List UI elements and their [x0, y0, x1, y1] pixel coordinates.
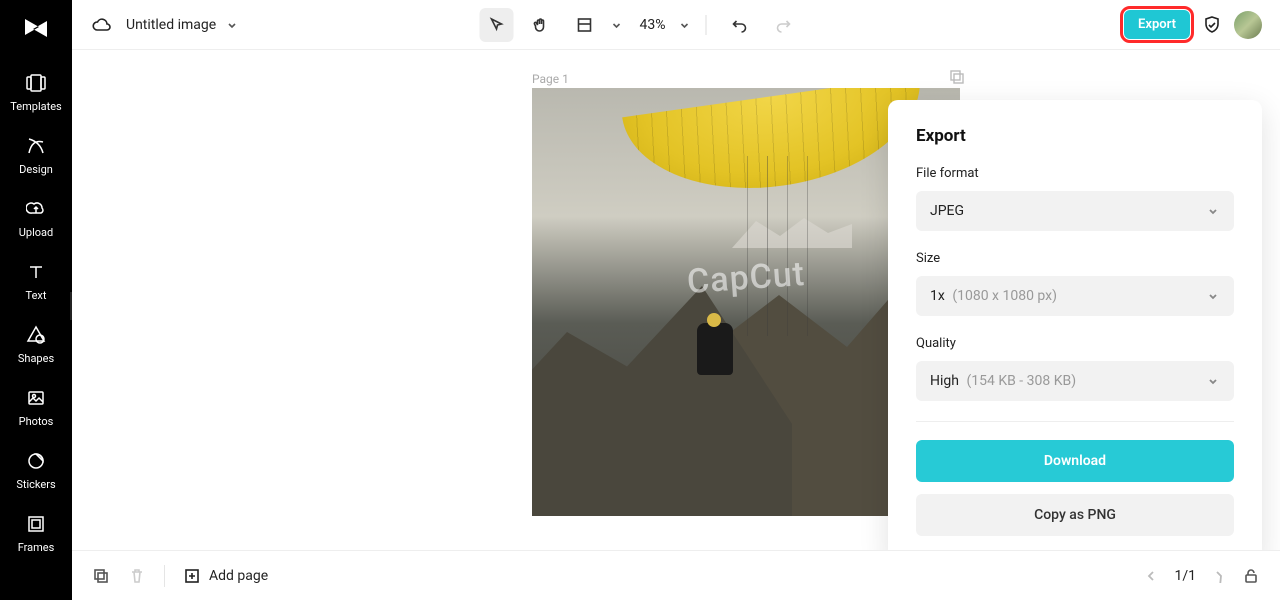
sidebar-item-label: Upload	[19, 226, 53, 239]
bottom-divider	[164, 565, 165, 587]
format-label: File format	[916, 166, 1234, 181]
photos-icon	[25, 387, 47, 409]
download-button[interactable]: Download	[916, 440, 1234, 482]
page-label: Page 1	[532, 72, 569, 86]
frames-icon	[25, 513, 47, 535]
cloud-sync-icon[interactable]	[90, 14, 112, 36]
sidebar-item-label: Frames	[18, 541, 55, 554]
stickers-icon	[25, 450, 47, 472]
sidebar-item-design[interactable]: Design	[0, 125, 72, 188]
canvas-area[interactable]: Page 1 CapCut Export File format JPEG Si…	[72, 50, 1280, 550]
size-select[interactable]: 1x (1080 x 1080 px)	[916, 276, 1234, 316]
sidebar-item-shapes[interactable]: Shapes	[0, 314, 72, 377]
export-button[interactable]: Export	[1124, 10, 1190, 39]
add-page-icon	[183, 567, 201, 585]
sidebar-item-text[interactable]: Text	[0, 251, 72, 314]
delete-icon[interactable]	[128, 567, 146, 585]
prev-page-button[interactable]	[1144, 569, 1158, 583]
panel-divider	[916, 421, 1234, 422]
zoom-level[interactable]: 43%	[640, 17, 666, 33]
top-toolbar: Untitled image 43% Export	[72, 0, 1280, 50]
size-value: 1x	[930, 288, 945, 304]
format-select[interactable]: JPEG	[916, 191, 1234, 231]
select-tool[interactable]	[480, 8, 514, 42]
sidebar-item-photos[interactable]: Photos	[0, 377, 72, 440]
sidebar-item-stickers[interactable]: Stickers	[0, 440, 72, 503]
canvas-image-snow	[732, 218, 852, 248]
resize-dropdown-icon[interactable]	[612, 20, 622, 30]
size-detail: (1080 x 1080 px)	[952, 288, 1057, 304]
hand-tool[interactable]	[524, 8, 558, 42]
add-page-label: Add page	[209, 568, 268, 584]
layers-icon[interactable]	[948, 68, 966, 86]
sidebar-item-frames[interactable]: Frames	[0, 503, 72, 566]
sidebar-item-label: Templates	[10, 100, 61, 113]
bottom-bar: Add page 1/1	[72, 550, 1280, 600]
design-icon	[25, 135, 47, 157]
quality-label: Quality	[916, 336, 1234, 351]
sidebar-item-label: Shapes	[18, 352, 54, 365]
quality-detail: (154 KB - 308 KB)	[966, 373, 1076, 389]
sidebar-item-upload[interactable]: Upload	[0, 188, 72, 251]
quality-select[interactable]: High (154 KB - 308 KB)	[916, 361, 1234, 401]
resize-tool[interactable]	[568, 8, 602, 42]
add-page-button[interactable]: Add page	[183, 567, 268, 585]
document-title[interactable]: Untitled image	[126, 17, 216, 33]
canvas-image-person	[697, 323, 733, 375]
center-tools: 43%	[480, 8, 801, 42]
toolbar-divider	[706, 15, 707, 35]
undo-button[interactable]	[723, 8, 757, 42]
lock-icon[interactable]	[1242, 567, 1260, 585]
next-page-button[interactable]	[1212, 569, 1226, 583]
shield-icon[interactable]	[1202, 15, 1222, 35]
shapes-icon	[25, 324, 47, 346]
quality-value: High	[930, 373, 959, 389]
sidebar-item-label: Text	[26, 289, 47, 302]
zoom-dropdown-icon[interactable]	[680, 20, 690, 30]
sidebar-item-label: Design	[19, 163, 53, 176]
top-right-controls: Export	[1124, 10, 1262, 39]
redo-button[interactable]	[767, 8, 801, 42]
bottom-right-controls: 1/1	[1144, 567, 1260, 585]
app-logo[interactable]	[16, 8, 56, 48]
size-label: Size	[916, 251, 1234, 266]
page-indicator: 1/1	[1174, 568, 1196, 584]
chevron-down-icon	[1206, 374, 1220, 388]
upload-icon	[25, 198, 47, 220]
canvas-image-paraglider	[627, 96, 927, 206]
left-sidebar: Templates Design Upload Text Shapes Phot…	[0, 0, 72, 600]
chevron-down-icon	[1206, 289, 1220, 303]
sidebar-item-templates[interactable]: Templates	[0, 62, 72, 125]
title-dropdown-icon[interactable]	[226, 19, 238, 31]
main-area: Untitled image 43% Export Page 1	[72, 0, 1280, 600]
text-icon	[25, 261, 47, 283]
duplicate-icon[interactable]	[92, 567, 110, 585]
templates-icon	[25, 72, 47, 94]
copy-png-button[interactable]: Copy as PNG	[916, 494, 1234, 536]
chevron-down-icon	[1206, 204, 1220, 218]
export-title: Export	[916, 126, 1234, 146]
format-value: JPEG	[930, 203, 964, 219]
sidebar-item-label: Photos	[19, 415, 54, 428]
user-avatar[interactable]	[1234, 11, 1262, 39]
export-panel: Export File format JPEG Size 1x (1080 x …	[888, 100, 1262, 550]
sidebar-item-label: Stickers	[16, 478, 55, 491]
